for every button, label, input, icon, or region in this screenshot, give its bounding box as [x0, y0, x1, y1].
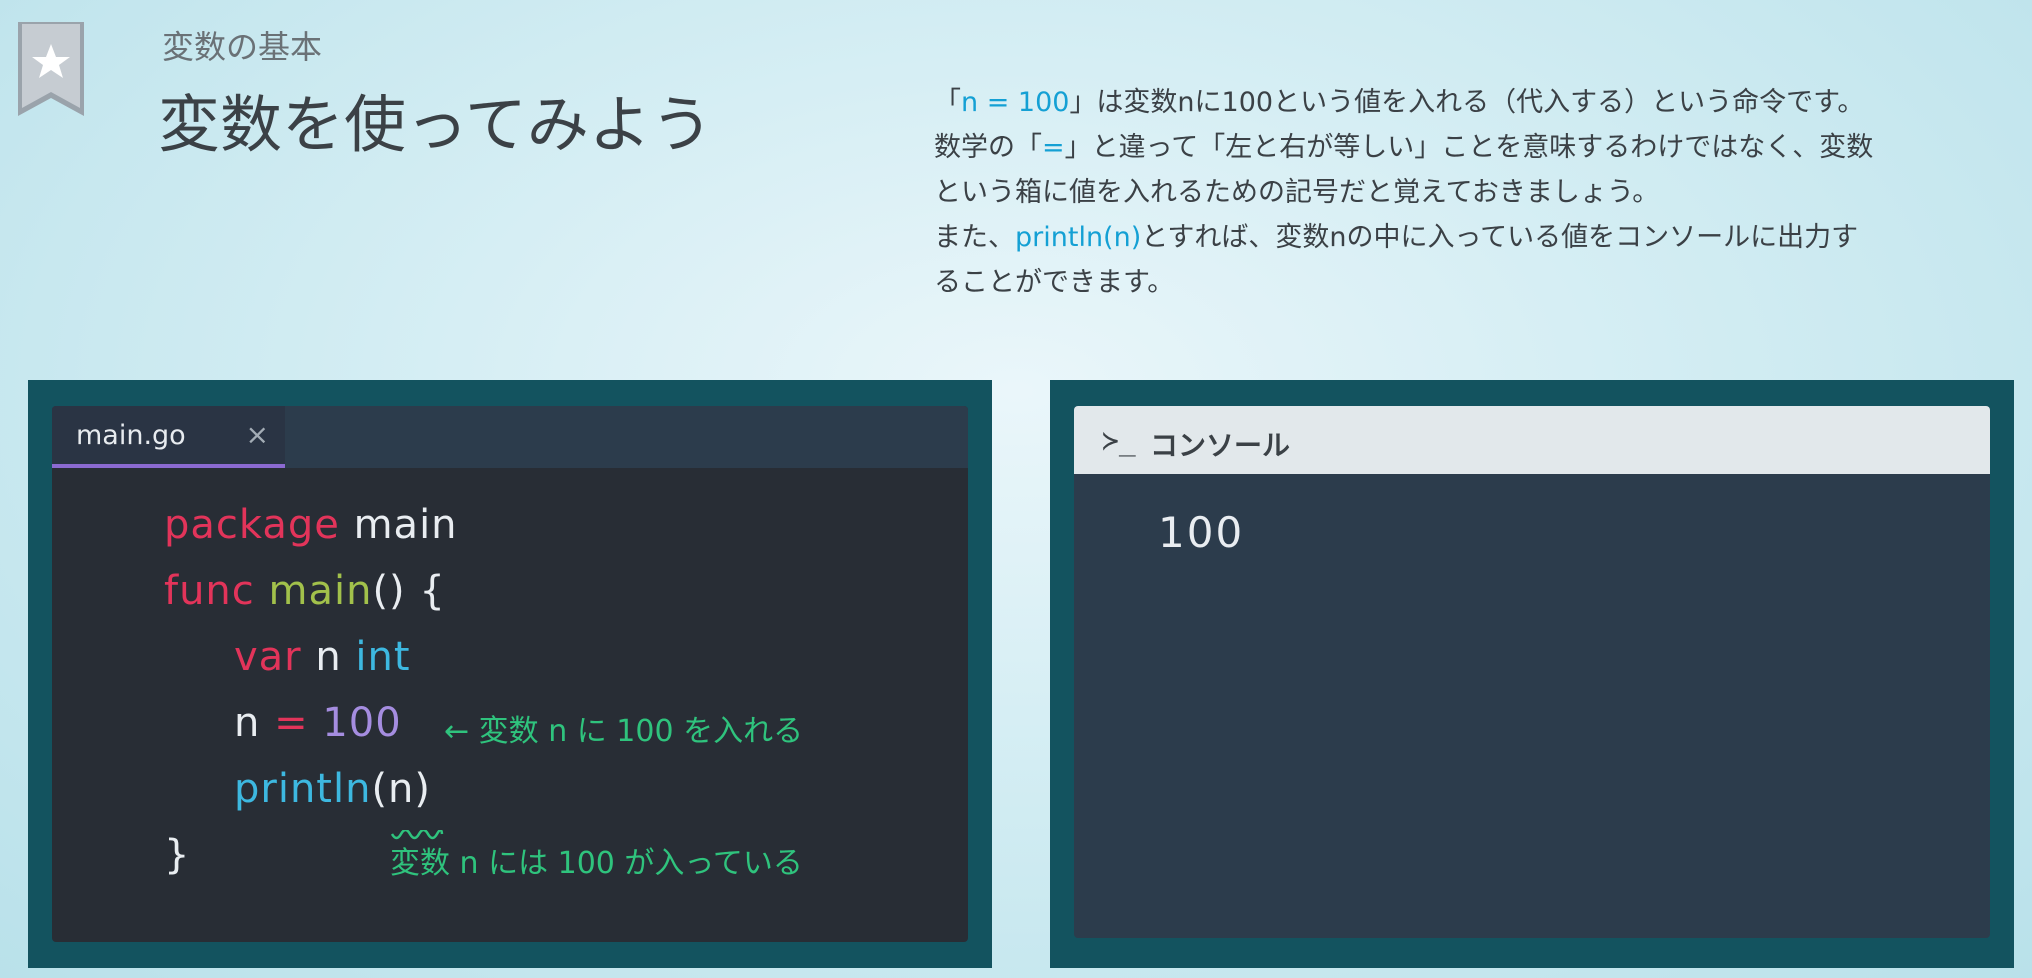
description-line-3: という箱に値を入れるための記号だと覚えておきましょう。 — [934, 177, 1660, 208]
console-panel: ≻_ コンソール 100 — [1074, 406, 1990, 938]
terminal-prompt-icon: ≻_ — [1102, 424, 1136, 457]
lesson-subtitle: 変数の基本 — [162, 28, 323, 66]
code-line-6: } — [164, 832, 191, 878]
editor-frame: main.go × package main func main() { var… — [28, 380, 992, 968]
value-annotation: 変数 n には 100 が入っている — [390, 846, 803, 881]
lesson-description: 「n = 100」は変数nに100という値を入れる（代入する）という命令です。 … — [934, 80, 2014, 305]
bookmark-star-icon — [18, 22, 84, 116]
code-line-5: println(n) — [234, 766, 432, 812]
code-highlight-equals: = — [1042, 132, 1065, 163]
description-line-1: 「n = 100」は変数nに100という値を入れる（代入する）という命令です。 — [934, 87, 1865, 118]
assign-annotation: ← 変数 n に 100 を入れる — [444, 714, 804, 749]
lesson-title: 変数を使ってみよう — [158, 88, 713, 161]
code-highlight-println: println(n) — [1015, 222, 1142, 253]
console-header: ≻_ コンソール — [1074, 406, 1990, 474]
code-line-2: func main() { — [164, 568, 446, 614]
close-icon[interactable]: × — [246, 418, 269, 451]
editor-tab-bar: main.go × — [52, 406, 968, 468]
description-line-5: ることができます。 — [934, 267, 1175, 298]
description-line-4: また、println(n)とすれば、変数nの中に入っている値をコンソールに出力す — [934, 222, 1859, 253]
code-line-4: n = 100 — [234, 700, 402, 746]
tab-main-go[interactable]: main.go × — [52, 406, 285, 468]
code-highlight-assign: n = 100 — [961, 87, 1070, 118]
code-line-1: package main — [164, 502, 458, 548]
console-title: コンソール — [1150, 429, 1291, 462]
console-output: 100 — [1158, 508, 1245, 557]
console-frame: ≻_ コンソール 100 — [1050, 380, 2014, 968]
code-line-3: var n int — [234, 634, 411, 680]
code-editor: main.go × package main func main() { var… — [52, 406, 968, 942]
description-line-2: 数学の「=」と違って「左と右が等しい」ことを意味するわけではなく、変数 — [934, 132, 1874, 163]
tab-label: main.go — [76, 420, 186, 451]
